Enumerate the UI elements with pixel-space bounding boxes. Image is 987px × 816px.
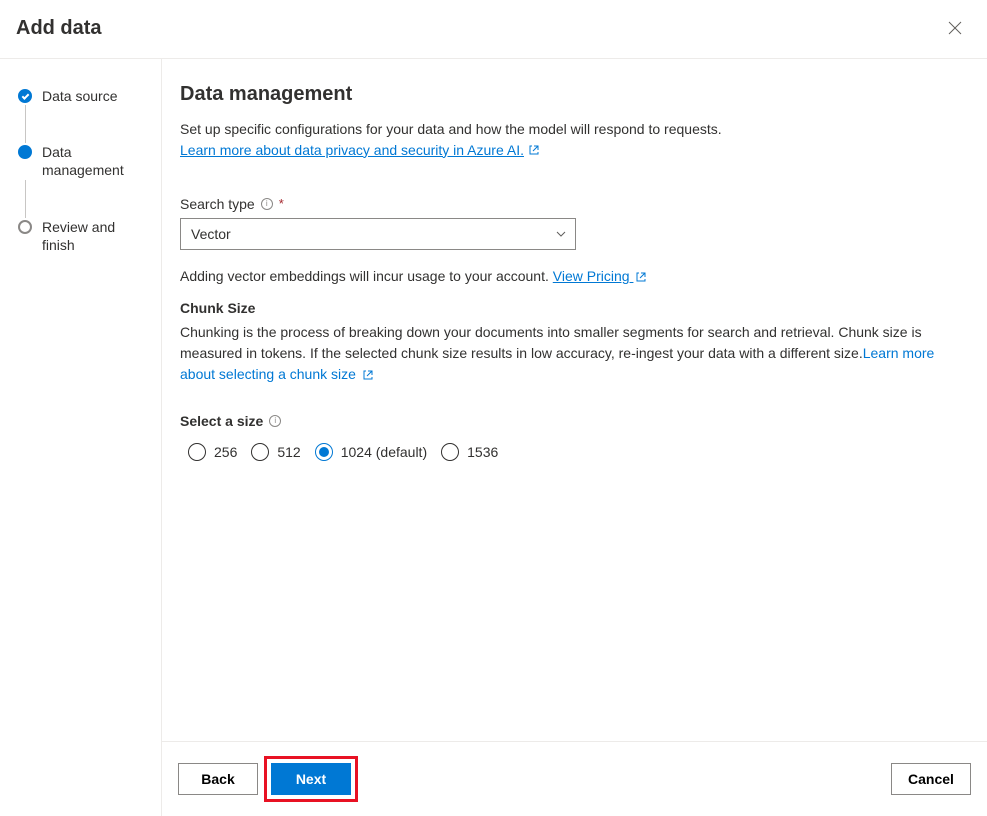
step-label: Data source — [42, 87, 117, 105]
page-heading: Data management — [180, 83, 969, 106]
info-icon[interactable]: i — [261, 198, 273, 210]
external-link-icon — [528, 144, 540, 156]
page-description: Set up specific configurations for your … — [180, 120, 969, 140]
step-connector — [25, 180, 26, 218]
radio-option-512[interactable]: 512 — [251, 443, 300, 461]
dialog-title: Add data — [16, 17, 102, 40]
search-type-dropdown[interactable]: Vector — [180, 218, 576, 250]
radio-circle — [188, 443, 206, 461]
radio-label: 1024 (default) — [341, 444, 427, 460]
step-label: Review and finish — [42, 218, 149, 254]
chevron-down-icon — [555, 228, 567, 240]
next-button[interactable]: Next — [271, 763, 351, 795]
learn-more-label: Learn more about data privacy and securi… — [180, 142, 524, 158]
step-review-finish[interactable]: Review and finish — [18, 218, 149, 254]
dropdown-selected-value: Vector — [191, 226, 231, 242]
radio-circle — [315, 443, 333, 461]
view-pricing-link[interactable]: View Pricing — [553, 268, 648, 284]
main-content: Data management Set up specific configur… — [162, 59, 987, 741]
pricing-link-label: View Pricing — [553, 268, 630, 284]
cancel-button[interactable]: Cancel — [891, 763, 971, 795]
chunk-size-body: Chunking is the process of breaking down… — [180, 322, 969, 385]
radio-option-256[interactable]: 256 — [188, 443, 237, 461]
radio-label: 256 — [214, 444, 237, 460]
external-link-icon — [635, 271, 647, 283]
chunk-size-radio-group: 256 512 1024 (default) 1536 — [180, 443, 969, 461]
search-type-label-row: Search type i * — [180, 196, 969, 212]
select-size-label: Select a size — [180, 413, 263, 429]
helper-prefix: Adding vector embeddings will incur usag… — [180, 268, 553, 284]
step-label: Data management — [42, 143, 149, 179]
radio-label: 512 — [277, 444, 300, 460]
main-panel: Data management Set up specific configur… — [162, 59, 987, 816]
chunk-body-text: Chunking is the process of breaking down… — [180, 324, 922, 361]
info-icon[interactable]: i — [269, 415, 281, 427]
step-connector — [25, 105, 26, 143]
radio-circle — [441, 443, 459, 461]
footer-left: Back Next — [178, 756, 358, 802]
step-indicator-current — [18, 145, 32, 159]
dialog-header: Add data — [0, 0, 987, 59]
step-indicator-upcoming — [18, 220, 32, 234]
close-button[interactable] — [939, 12, 971, 44]
close-icon — [948, 21, 962, 35]
external-link-icon — [362, 369, 374, 381]
next-button-highlight: Next — [264, 756, 358, 802]
wizard-stepper: Data source Data management Review and f… — [0, 59, 162, 816]
radio-circle — [251, 443, 269, 461]
search-type-label: Search type — [180, 196, 255, 212]
select-size-label-row: Select a size i — [180, 413, 969, 429]
step-data-source[interactable]: Data source — [18, 87, 149, 105]
radio-label: 1536 — [467, 444, 498, 460]
back-button[interactable]: Back — [178, 763, 258, 795]
dialog-body: Data source Data management Review and f… — [0, 59, 987, 816]
required-asterisk: * — [279, 196, 284, 211]
step-indicator-completed — [18, 89, 32, 103]
learn-more-privacy-link[interactable]: Learn more about data privacy and securi… — [180, 142, 540, 158]
chunk-size-heading: Chunk Size — [180, 300, 969, 316]
step-data-management[interactable]: Data management — [18, 143, 149, 179]
radio-option-1536[interactable]: 1536 — [441, 443, 498, 461]
search-type-helper: Adding vector embeddings will incur usag… — [180, 268, 969, 284]
radio-option-1024[interactable]: 1024 (default) — [315, 443, 427, 461]
